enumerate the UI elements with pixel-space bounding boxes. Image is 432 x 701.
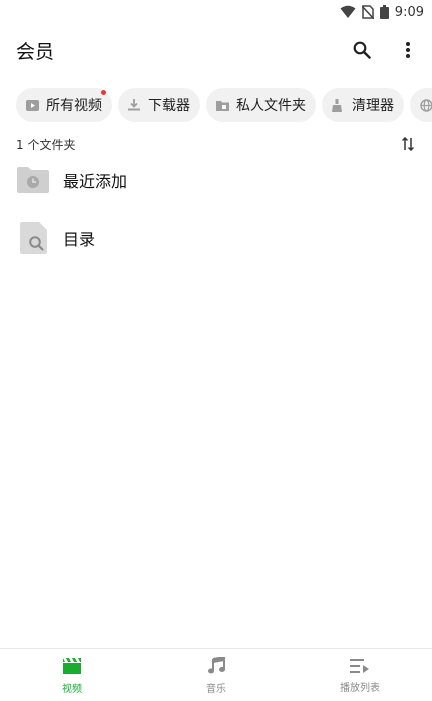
chip-cleaner[interactable]: 清理器: [322, 88, 404, 122]
category-chips: 所有视频 下载器 私人文件夹 清理器 网络: [16, 88, 432, 122]
globe-icon: [420, 98, 432, 112]
nav-music[interactable]: 音乐: [144, 649, 288, 701]
nav-label: 视频: [62, 683, 82, 695]
chip-private-folder[interactable]: 私人文件夹: [206, 88, 316, 122]
play-icon: [26, 98, 40, 112]
list-item-label: 目录: [63, 230, 96, 249]
folder-count: 1 个文件夹: [16, 137, 76, 152]
wifi-icon: [340, 5, 356, 19]
bottom-navigation: 视频 音乐 播放列表: [0, 648, 432, 701]
chip-label: 下载器: [148, 98, 190, 114]
playlist-icon: [350, 658, 370, 677]
chip-label: 私人文件夹: [236, 98, 306, 114]
recent-folder-icon: [16, 163, 50, 197]
chip-label: 清理器: [352, 98, 394, 114]
chip-network[interactable]: 网络: [410, 88, 432, 122]
app-bar: 会员: [0, 24, 432, 76]
broom-icon: [332, 98, 346, 112]
status-time: 9:09: [394, 4, 424, 20]
nav-playlist[interactable]: 播放列表: [288, 649, 432, 701]
list-item-recent[interactable]: 最近添加: [0, 152, 432, 208]
download-icon: [128, 98, 142, 112]
notification-dot: [101, 90, 106, 95]
private-folder-icon: [216, 98, 230, 112]
battery-icon: [379, 5, 389, 19]
sort-icon[interactable]: [400, 136, 416, 152]
chip-label: 所有视频: [46, 98, 102, 114]
nav-label: 音乐: [206, 683, 226, 695]
app-bar-actions: [350, 38, 420, 62]
more-vert-icon[interactable]: [396, 38, 420, 62]
chip-downloader[interactable]: 下载器: [118, 88, 200, 122]
chip-all-videos[interactable]: 所有视频: [16, 88, 112, 122]
page-title: 会员: [16, 40, 55, 63]
status-bar: 9:09: [0, 0, 432, 24]
video-icon: [62, 657, 82, 678]
search-file-icon: [16, 221, 50, 255]
search-icon[interactable]: [350, 38, 374, 62]
no-sim-icon: [361, 5, 374, 19]
screen: 9:09 会员 所有视频 下载器 私人文件夹 清理器 1 个文件夹 最近添加 目…: [0, 0, 432, 701]
nav-video[interactable]: 视频: [0, 649, 144, 701]
list-header: 1 个文件夹: [16, 134, 416, 154]
nav-label: 播放列表: [340, 682, 380, 694]
list-item-directory[interactable]: 目录: [0, 210, 432, 266]
list-item-label: 最近添加: [63, 172, 128, 191]
music-icon: [207, 655, 225, 678]
